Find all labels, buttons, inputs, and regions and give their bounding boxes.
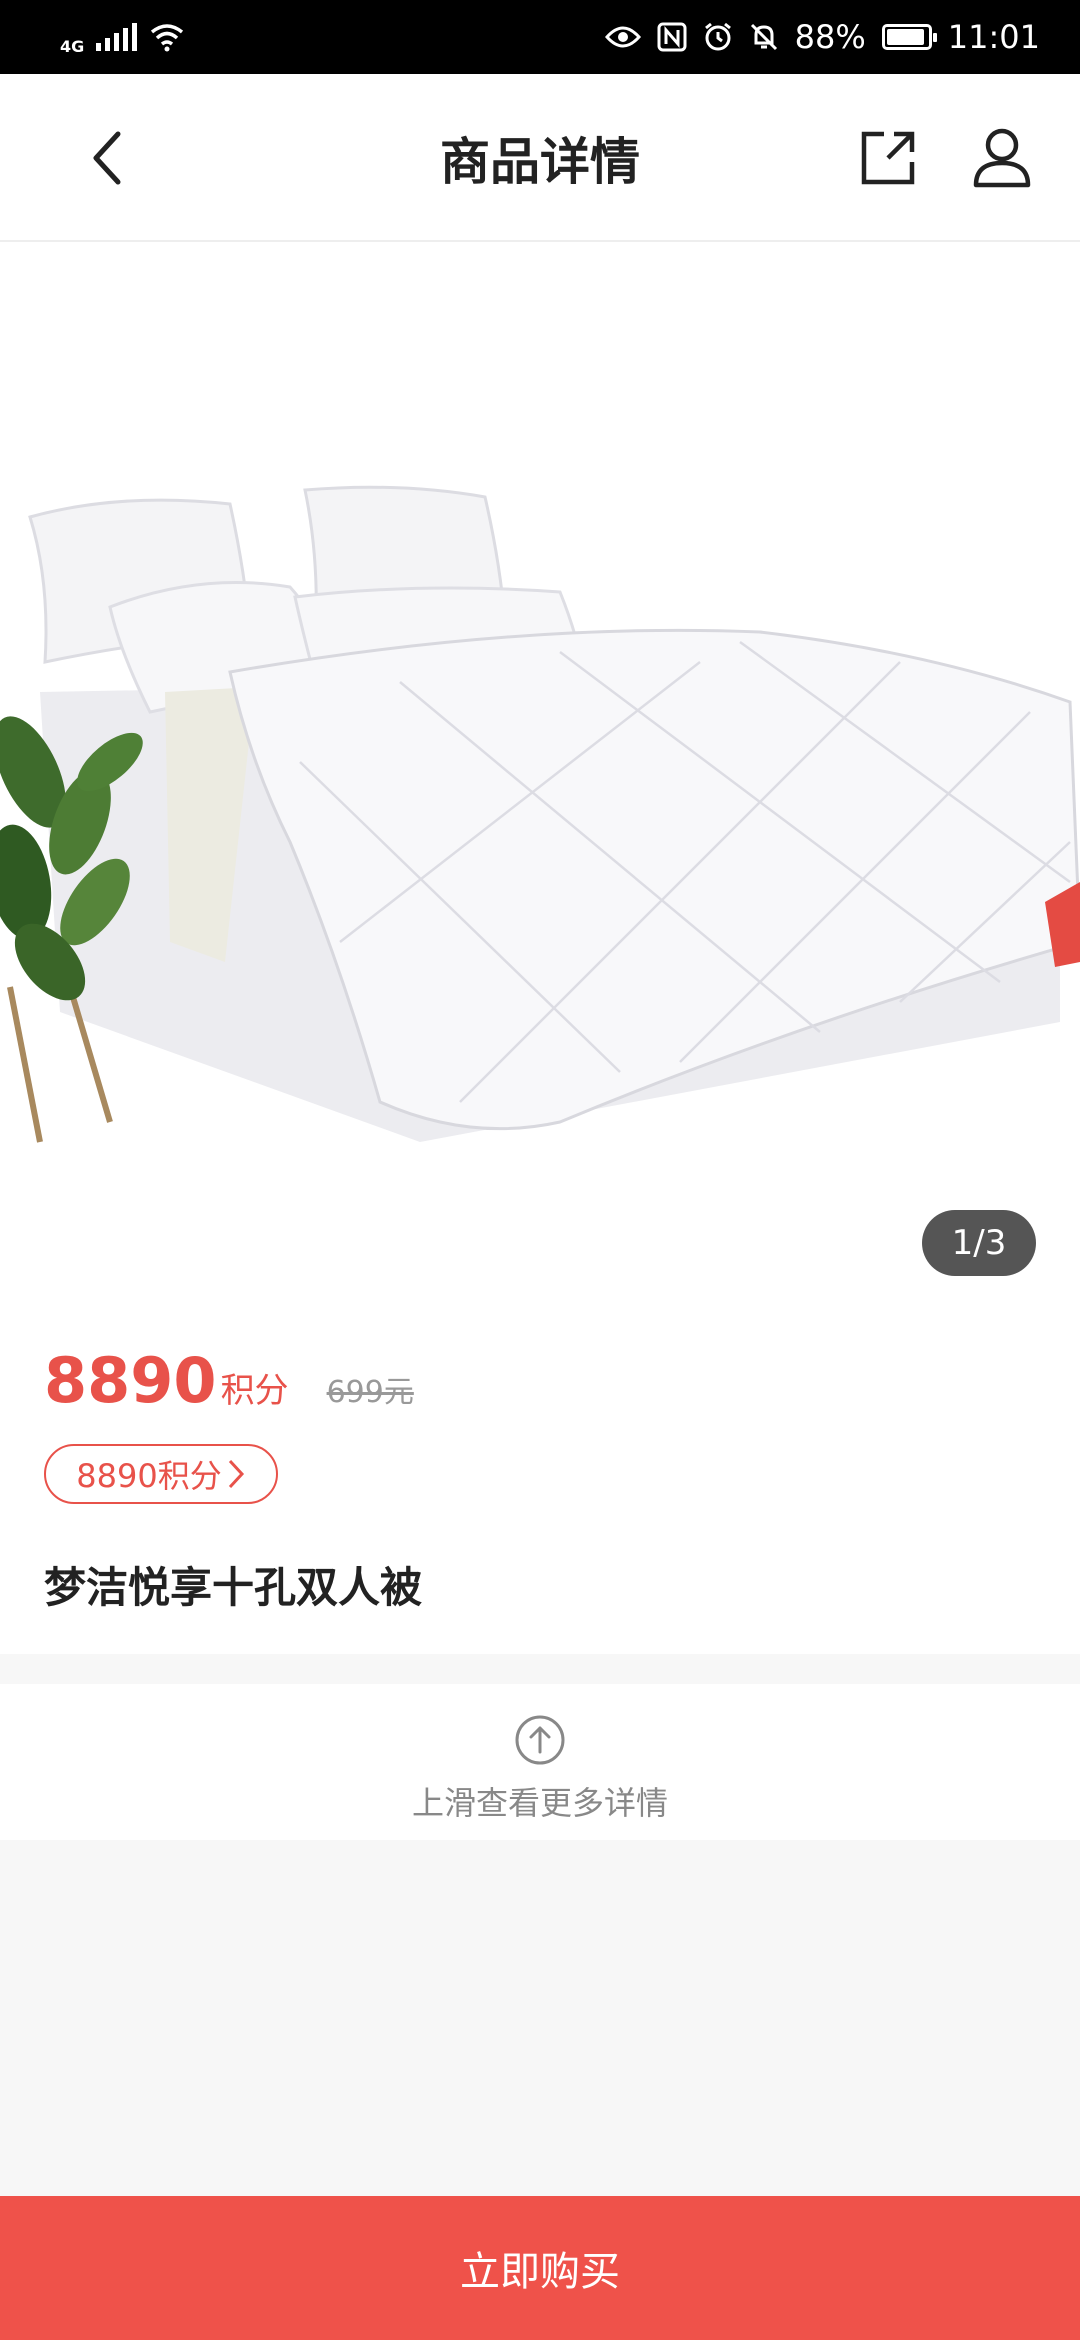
battery-percent: 88%	[794, 18, 866, 56]
chevron-left-icon	[93, 131, 121, 185]
swipe-hint[interactable]: 上滑查看更多详情	[0, 1684, 1080, 1840]
alarm-icon	[704, 22, 731, 51]
product-title: 梦洁悦享十孔双人被	[44, 1563, 423, 1612]
battery-icon	[881, 24, 937, 50]
mute-icon	[750, 23, 777, 51]
product-info: 8890 积分 699元 8890积分 梦洁悦享十孔双人被	[0, 1302, 1080, 1654]
eye-icon	[604, 26, 641, 48]
signal-icon	[96, 23, 138, 51]
status-time: 11:01	[947, 18, 1040, 56]
price-unit: 积分	[220, 1371, 289, 1411]
points-chip[interactable]: 8890积分	[44, 1444, 278, 1504]
status-right: 88% 11:01	[604, 18, 1040, 56]
share-button[interactable]	[852, 122, 924, 194]
chevron-right-icon	[228, 1459, 244, 1489]
user-icon	[973, 128, 1031, 188]
buy-now-button[interactable]: 立即购买	[0, 2196, 1080, 2340]
status-left: 4G	[60, 19, 185, 56]
price-row: 8890 积分 699元	[44, 1344, 414, 1417]
price-value: 8890	[44, 1344, 217, 1417]
swipe-hint-text: 上滑查看更多详情	[411, 1784, 668, 1822]
white-duvet-bed-image	[0, 242, 1080, 1302]
wifi-icon	[151, 24, 184, 52]
network-label: 4G	[60, 36, 85, 56]
user-button[interactable]	[966, 122, 1038, 194]
back-button[interactable]	[72, 122, 144, 194]
points-chip-label: 8890积分	[76, 1457, 222, 1495]
header: 商品详情	[0, 74, 1080, 242]
image-counter-badge: 1/3	[922, 1210, 1036, 1276]
status-bar: 4G 88% 11:01	[0, 0, 1080, 74]
original-price: 699元	[326, 1375, 414, 1410]
share-icon	[861, 131, 915, 185]
product-image-gallery[interactable]	[0, 242, 1080, 1302]
buy-now-label: 立即购买	[460, 2249, 620, 2295]
nfc-icon	[657, 22, 687, 52]
arrow-up-circle-icon	[515, 1715, 565, 1765]
